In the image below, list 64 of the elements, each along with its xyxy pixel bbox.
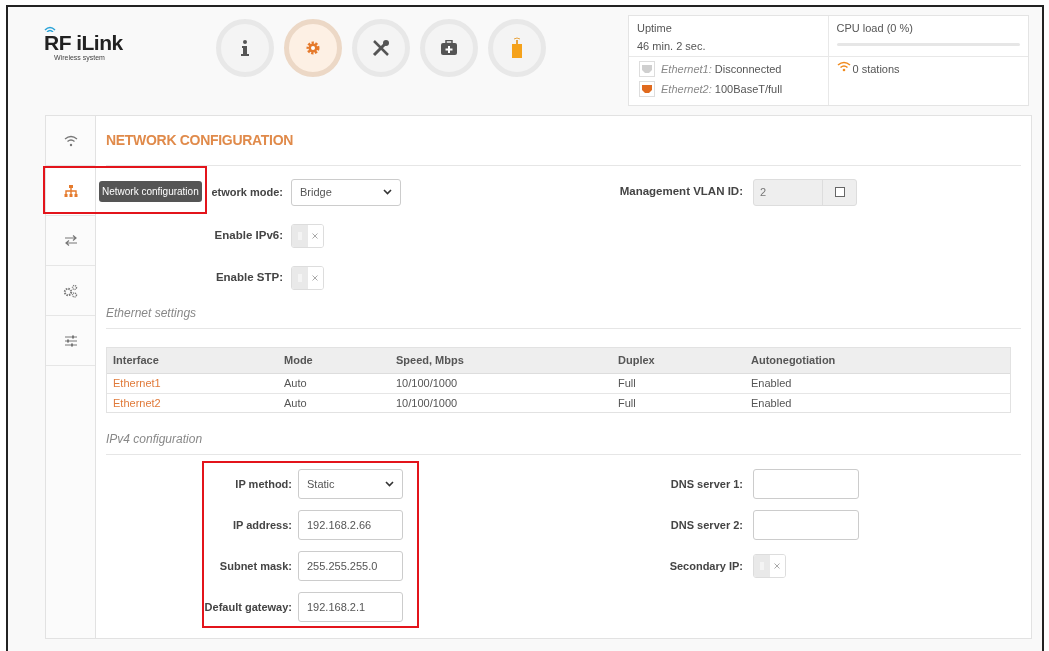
swap-arrows-icon (63, 235, 78, 246)
field-label: Enable IPv6: (213, 228, 283, 244)
field-label: IP method: (234, 476, 292, 492)
tooltip: Network configuration (99, 181, 202, 202)
sidebar-item[interactable] (46, 166, 95, 216)
table-cell-text: Auto (284, 376, 308, 392)
field-label: Subnet mask: (218, 558, 292, 574)
network-icon (63, 184, 78, 197)
column-header: Interface (113, 353, 160, 369)
column-header: Autonegotiation (751, 353, 837, 369)
table-cell-text: 10/100/1000 (396, 376, 459, 392)
table-cell-text: Enabled (751, 395, 793, 411)
port-status: Ethernet2: 100BaseT/full (661, 81, 783, 97)
chevron-icon (385, 481, 394, 487)
settings-icon (305, 40, 321, 56)
wifi-icon (44, 25, 56, 32)
tools-icon (371, 38, 391, 58)
section-heading: IPv4 configuration (106, 431, 203, 448)
field-label: IP address: (231, 517, 292, 533)
uptime-value: 46 min. 2 sec. (637, 38, 707, 54)
wifi-icon (836, 61, 851, 72)
field-label: Default gateway: (204, 599, 292, 615)
select-field[interactable]: Static (298, 469, 403, 499)
sliders-icon (63, 334, 78, 347)
column-header: Mode (284, 353, 314, 369)
stations-count: 0 stations (852, 62, 900, 77)
select-field[interactable]: Bridge (291, 178, 401, 206)
input-field[interactable] (753, 469, 859, 499)
checkbox[interactable] (834, 187, 845, 197)
input-field[interactable] (753, 510, 859, 540)
first-aid-kit-icon (440, 40, 458, 56)
gears-icon (63, 283, 78, 298)
table-cell-text: Full (618, 376, 637, 392)
column-header: Speed, Mbps (396, 353, 465, 369)
column-header: Duplex (618, 353, 656, 369)
chevron-icon (383, 189, 392, 195)
close-icon (312, 275, 319, 281)
table-cell-text: Enabled (751, 376, 793, 392)
input-field[interactable]: 192.168.2.1 (298, 592, 403, 622)
wifi-icon (63, 134, 78, 147)
table-cell-text: 10/100/1000 (396, 395, 459, 411)
table-cell-text: Auto (284, 395, 308, 411)
device-icon (511, 37, 523, 59)
field-label: etwork mode: (211, 184, 283, 200)
field-label: DNS server 2: (669, 517, 743, 533)
field-label: Secondary IP: (668, 558, 743, 574)
input-field[interactable]: 255.255.255.0 (298, 551, 403, 581)
logo-name: RF iLink (44, 32, 123, 53)
cpu-label: CPU load (0 %) (836, 21, 914, 36)
field-label: Enable STP: (214, 270, 283, 286)
field-label: Management VLAN ID: (618, 184, 743, 200)
uptime-label: Uptime (637, 21, 673, 36)
input-field[interactable]: 192.168.2.66 (298, 510, 403, 540)
page-title: NETWORK CONFIGURATION (106, 131, 294, 150)
table-cell-text: Full (618, 395, 637, 411)
section-heading: Ethernet settings (106, 305, 197, 322)
field-label: DNS server 1: (669, 476, 743, 492)
close-icon (312, 233, 319, 239)
close-icon (774, 563, 781, 569)
port-status: Ethernet1: Disconnected (661, 62, 782, 77)
info-icon (238, 39, 252, 57)
toggle-switch[interactable] (291, 224, 324, 248)
toggle-switch[interactable] (753, 554, 786, 578)
toggle-switch[interactable] (291, 266, 324, 290)
